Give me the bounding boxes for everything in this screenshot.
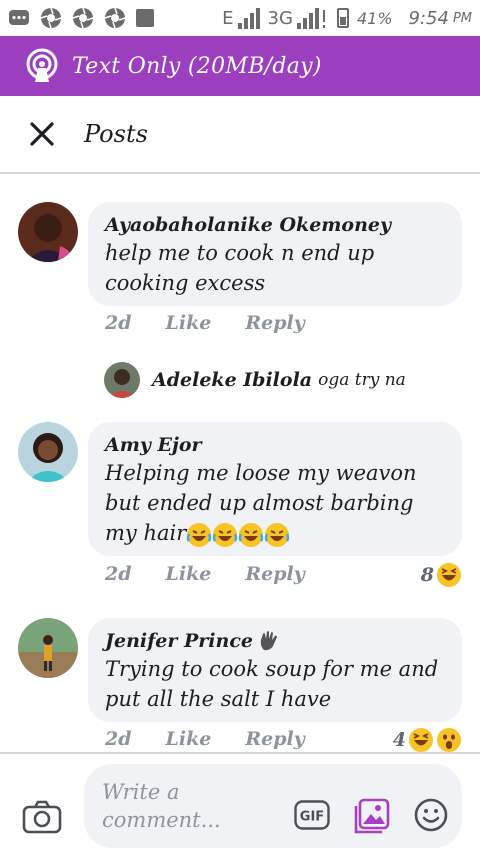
status-bar: E 3G 41% 9:54 PM (0, 0, 480, 36)
reaction-summary[interactable]: 4 (393, 727, 462, 752)
haha-reaction-icon (409, 728, 433, 752)
battery-percent: 41% (356, 8, 393, 28)
reaction-summary[interactable]: 8 (421, 562, 462, 588)
photo-icon (354, 798, 390, 834)
comment-composer: Write a comment... GIF (0, 752, 480, 854)
signal-strength-icon (237, 8, 260, 29)
gif-label: GIF (300, 810, 324, 825)
comment-bubble[interactable]: Jenifer Prince Trying to cook soup for m… (88, 618, 462, 722)
comment-author[interactable]: Jenifer Prince (105, 628, 253, 654)
signal-strength-icon (296, 8, 325, 29)
aperture-notification-icon (40, 7, 62, 29)
comment-actions: 2d Like Reply (105, 312, 339, 334)
comment-actions: 2d Like Reply (105, 563, 339, 585)
waving-hand-icon (260, 631, 277, 651)
comment-text: Helping me loose my weavon but ended up … (105, 458, 446, 548)
comment-bubble[interactable]: Ayaobaholanike Okemoney help me to cook … (88, 202, 462, 306)
message-notification-icon (9, 10, 29, 25)
comment-age: 2d (105, 312, 132, 334)
like-button[interactable]: Like (166, 728, 212, 750)
comment-age: 2d (105, 563, 132, 585)
gif-button[interactable]: GIF (294, 800, 330, 830)
like-button[interactable]: Like (166, 563, 212, 585)
close-icon (30, 122, 54, 146)
laugh-cry-emoji (186, 521, 212, 547)
network-type-3g: 3G (267, 7, 293, 29)
comments-feed[interactable]: Ayaobaholanike Okemoney help me to cook … (0, 176, 480, 752)
emoji-button[interactable] (414, 798, 448, 832)
laugh-cry-emoji (238, 521, 264, 547)
camera-icon (22, 800, 62, 834)
reply-text: oga try na (318, 370, 406, 390)
reaction-count: 8 (420, 564, 434, 586)
comment-bubble[interactable]: Amy Ejor Helping me loose my weavon but … (88, 422, 462, 556)
wow-reaction-icon (437, 728, 461, 752)
comment-author-row: Jenifer Prince (105, 628, 446, 654)
reply-author[interactable]: Adeleke Ibilola (152, 369, 312, 391)
haha-reaction-icon (437, 563, 461, 587)
clock-time: 9:54 (408, 7, 449, 29)
comment-author[interactable]: Ayaobaholanike Okemoney (105, 212, 446, 238)
comment-age: 2d (105, 728, 132, 750)
stop-notification-icon (136, 9, 154, 27)
comment-author[interactable]: Amy Ejor (105, 432, 446, 458)
broadcast-icon (26, 48, 58, 82)
network-type-e: E (222, 7, 234, 29)
smiley-icon (414, 798, 448, 832)
reaction-count: 4 (392, 729, 406, 751)
page-header: Posts (0, 96, 480, 174)
avatar[interactable] (18, 202, 78, 262)
data-mode-banner[interactable]: Text Only (20MB/day) (0, 36, 480, 96)
banner-text: Text Only (20MB/day) (72, 53, 322, 79)
battery-icon (336, 8, 349, 28)
like-button[interactable]: Like (166, 312, 212, 334)
page-title: Posts (84, 120, 148, 148)
reply-preview[interactable]: Adeleke Ibilola oga try na (104, 362, 406, 398)
aperture-notification-icon (104, 7, 126, 29)
comment-actions: 2d Like Reply (105, 728, 339, 750)
reply-button[interactable]: Reply (245, 563, 304, 585)
aperture-notification-icon (72, 7, 94, 29)
reply-button[interactable]: Reply (245, 312, 304, 334)
laugh-cry-emoji (264, 521, 290, 547)
laugh-cry-emoji (212, 521, 238, 547)
comment-text: Trying to cook soup for me and put all t… (105, 657, 439, 711)
avatar[interactable] (18, 422, 78, 482)
close-button[interactable] (20, 112, 64, 156)
camera-button[interactable] (22, 800, 62, 836)
reply-button[interactable]: Reply (245, 728, 304, 750)
comment-input[interactable]: Write a comment... GIF (84, 764, 462, 848)
photo-button[interactable] (354, 798, 390, 834)
comment-text: help me to cook n end up cooking excess (105, 241, 375, 295)
comment-input-placeholder: Write a comment... (102, 780, 221, 832)
clock-ampm: PM (452, 10, 472, 26)
avatar[interactable] (18, 618, 78, 678)
avatar[interactable] (104, 362, 140, 398)
